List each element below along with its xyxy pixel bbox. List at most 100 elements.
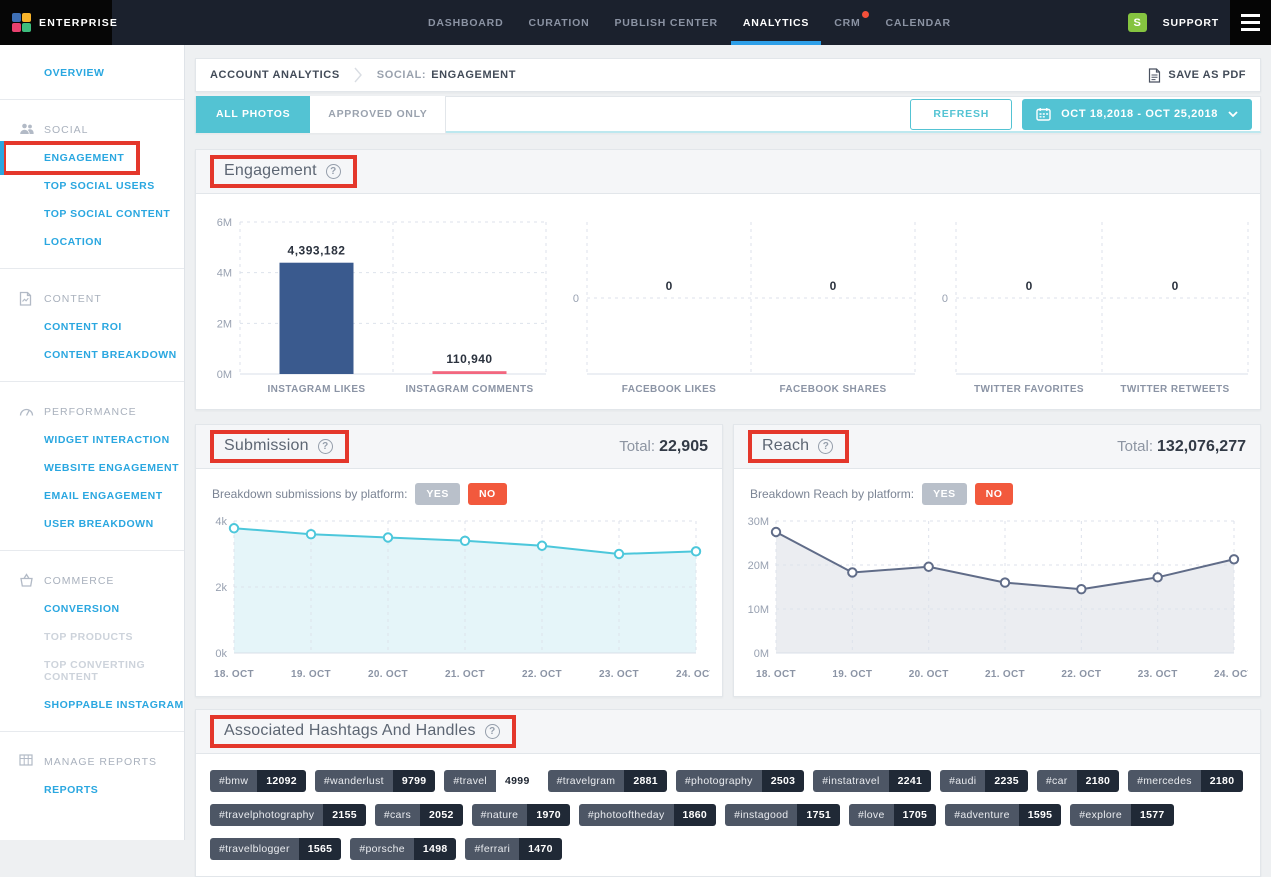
sidebar-item-website-engagement[interactable]: WEBSITE ENGAGEMENT [0,454,184,482]
performance-icon [19,404,34,420]
help-icon[interactable]: ? [818,439,833,454]
refresh-button[interactable]: REFRESH [910,99,1012,130]
help-icon[interactable]: ? [318,439,333,454]
svg-text:2k: 2k [215,582,227,594]
submission-panel: Submission ? Total:22,905 Breakdown subm… [195,424,723,697]
support-link[interactable]: SUPPORT [1163,17,1219,29]
hashtag-pill[interactable]: #photooftheday1860 [579,804,716,826]
sidebar-item-content-breakdown[interactable]: CONTENT BREAKDOWN [0,341,184,369]
nav-publish-center[interactable]: PUBLISH CENTER [615,0,718,45]
reports-icon [19,754,33,769]
hashtag-pill[interactable]: #wanderlust9799 [315,770,435,792]
hashtag-pill[interactable]: #bmw12092 [210,770,306,792]
hashtag-pill[interactable]: #travel4999 [444,770,538,792]
svg-text:4k: 4k [215,516,227,528]
svg-text:4,393,182: 4,393,182 [288,244,346,258]
sidebar-item-engagement[interactable]: ENGAGEMENT [0,144,184,172]
hashtag-pill[interactable]: #mercedes2180 [1128,770,1243,792]
filter-bar: ALL PHOTOS APPROVED ONLY REFRESH OCT 18,… [195,96,1261,133]
nav-crm[interactable]: CRM [834,0,860,45]
commerce-icon [19,573,34,590]
sidebar-item-location[interactable]: LOCATION [0,228,184,256]
date-range-picker[interactable]: OCT 18,2018 - OCT 25,2018 [1022,99,1252,130]
svg-text:4M: 4M [217,268,232,280]
sidebar-item-reports[interactable]: REPORTS [0,776,184,804]
hashtag-pill[interactable]: #audi2235 [940,770,1028,792]
twitter-engagement-chart: 00TWITTER FAVORITES0TWITTER RETWEETS [926,200,1256,405]
annotation-box-submission: Submission ? [210,430,349,463]
svg-text:TWITTER RETWEETS: TWITTER RETWEETS [1120,384,1229,395]
sidebar-divider [0,268,184,269]
hashtag-pill[interactable]: #car2180 [1037,770,1119,792]
avatar[interactable]: S [1128,13,1147,32]
sidebar-item-top-social-users[interactable]: TOP SOCIAL USERS [0,172,184,200]
hashtags-panel: Associated Hashtags And Handles ? #bmw12… [195,709,1261,877]
sidebar-divider [0,550,184,551]
content-icon [19,291,32,309]
submission-title: Submission [224,437,309,455]
nav-calendar[interactable]: CALENDAR [886,0,951,45]
submission-breakdown-no-button[interactable]: NO [468,483,507,505]
svg-text:20. OCT: 20. OCT [368,669,408,680]
svg-text:0: 0 [1172,279,1179,293]
hashtag-pill[interactable]: #travelblogger1565 [210,838,341,860]
nav-analytics[interactable]: ANALYTICS [743,0,809,45]
help-icon[interactable]: ? [485,724,500,739]
sidebar-item-email-engagement[interactable]: EMAIL ENGAGEMENT [0,482,184,510]
svg-text:24. OCT: 24. OCT [676,669,710,680]
enterprise-logo-icon [12,13,31,32]
submission-chart: 0k2k4k18. OCT19. OCT20. OCT21. OCT22. OC… [196,507,722,696]
hashtag-pill[interactable]: #explore1577 [1070,804,1173,826]
nav-dashboard[interactable]: DASHBOARD [428,0,503,45]
engagement-title: Engagement [224,162,317,180]
hashtag-pill[interactable]: #adventure1595 [945,804,1061,826]
submission-breakdown-yes-button[interactable]: YES [415,483,460,505]
reach-total: Total:132,076,277 [1117,438,1246,456]
nav-curation[interactable]: CURATION [528,0,589,45]
hashtag-pill[interactable]: #travelphotography2155 [210,804,366,826]
breadcrumb-account-analytics[interactable]: ACCOUNT ANALYTICS [210,69,340,81]
hashtags-title: Associated Hashtags And Handles [224,722,476,740]
save-as-pdf-button[interactable]: SAVE AS PDF [1148,68,1246,83]
hashtag-pill[interactable]: #love1705 [849,804,936,826]
sidebar-divider [0,381,184,382]
svg-text:0: 0 [942,293,948,305]
sidebar-item-user-breakdown[interactable]: USER BREAKDOWN [0,510,184,538]
svg-text:0: 0 [573,293,579,305]
svg-text:22. OCT: 22. OCT [1061,669,1101,680]
help-icon[interactable]: ? [326,164,341,179]
brand-logo-block[interactable]: ENTERPRISE [0,0,112,45]
svg-text:FACEBOOK SHARES: FACEBOOK SHARES [779,384,886,395]
sidebar-item-widget-interaction[interactable]: WIDGET INTERACTION [0,426,184,454]
sidebar-item-top-products: TOP PRODUCTS [0,623,184,651]
hashtag-pill[interactable]: #ferrari1470 [465,838,561,860]
reach-breakdown-no-button[interactable]: NO [975,483,1014,505]
hashtag-pill[interactable]: #photography2503 [676,770,804,792]
reach-title: Reach [762,437,809,455]
sidebar-item-content-roi[interactable]: CONTENT ROI [0,313,184,341]
all-photos-tab[interactable]: ALL PHOTOS [196,96,310,133]
sidebar-item-shoppable-instagram[interactable]: SHOPPABLE INSTAGRAM [0,691,184,719]
facebook-engagement-chart: 00FACEBOOK LIKES0FACEBOOK SHARES [557,200,923,405]
svg-text:20. OCT: 20. OCT [909,669,949,680]
hashtag-pill[interactable]: #nature1970 [472,804,570,826]
reach-breakdown-label: Breakdown Reach by platform: [750,487,914,501]
hashtag-pill[interactable]: #instatravel2241 [813,770,931,792]
hashtag-pill[interactable]: #cars2052 [375,804,463,826]
hashtag-pill[interactable]: #instagood1751 [725,804,840,826]
hashtag-pill[interactable]: #porsche1498 [350,838,456,860]
svg-text:19. OCT: 19. OCT [291,669,331,680]
approved-only-tab[interactable]: APPROVED ONLY [310,96,446,133]
breadcrumb-current: ENGAGEMENT [431,69,516,81]
reach-breakdown-yes-button[interactable]: YES [922,483,967,505]
calendar-icon [1036,107,1051,121]
sidebar-item-conversion[interactable]: CONVERSION [0,595,184,623]
svg-text:0: 0 [666,279,673,293]
sidebar-item-overview[interactable]: OVERVIEW [0,59,184,87]
svg-text:6M: 6M [217,217,232,229]
sidebar-section-social: SOCIAL [0,116,184,144]
brand-name: ENTERPRISE [39,17,118,29]
hamburger-menu-icon[interactable] [1230,0,1271,45]
sidebar-item-top-social-content[interactable]: TOP SOCIAL CONTENT [0,200,184,228]
hashtag-pill[interactable]: #travelgram2881 [548,770,667,792]
